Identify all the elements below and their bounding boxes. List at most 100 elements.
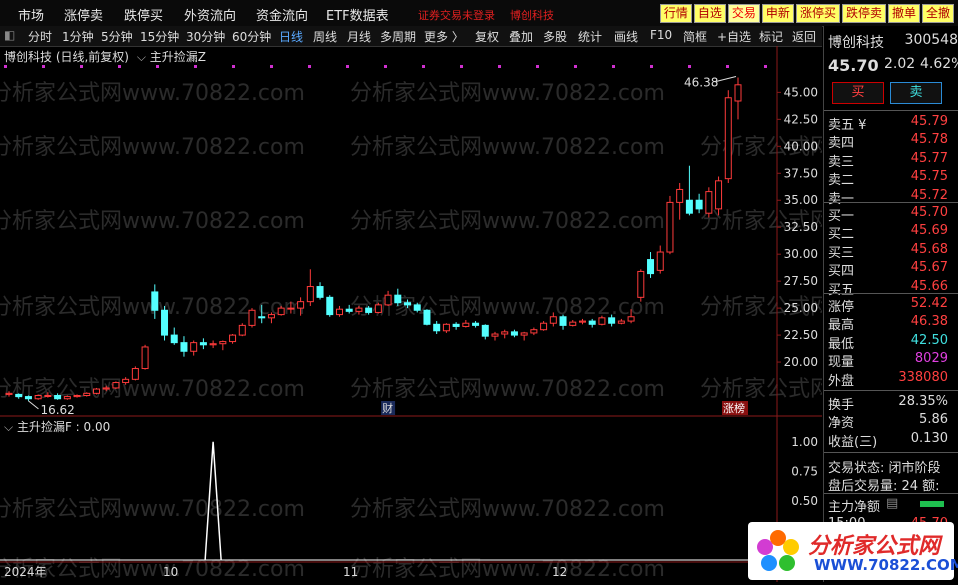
- x-tick-label: 12: [552, 565, 567, 579]
- signal-dot: [764, 65, 767, 68]
- chart-svg: 分析家公式网www.70822.com 分析家公式网www.70822.com 分析…: [0, 46, 958, 582]
- watchlist-button[interactable]: 自选: [693, 4, 726, 23]
- tab-more[interactable]: 更多 〉: [424, 28, 464, 45]
- tab-multi-period[interactable]: 多周期: [380, 28, 416, 45]
- net-flow-bar: [920, 501, 944, 507]
- stat-label: 最低: [828, 336, 855, 352]
- stats-button[interactable]: 统计: [578, 28, 602, 45]
- signal-dot: [688, 65, 691, 68]
- x-tick-label: 11: [343, 565, 358, 579]
- tab-daily[interactable]: 日线: [279, 28, 303, 45]
- limit-down-sell-button[interactable]: 跌停卖: [841, 4, 886, 23]
- bid-value: 45.67: [910, 260, 948, 276]
- candle-body: [83, 392, 91, 397]
- sell-button[interactable]: 卖: [890, 82, 942, 104]
- logo-url: WWW.70822.COM: [814, 556, 958, 574]
- candle-body: [637, 270, 645, 298]
- tab-weekly[interactable]: 周线: [313, 28, 337, 45]
- limit-up-buy-button[interactable]: 涨停买: [795, 4, 840, 23]
- signal-dot: [194, 65, 197, 68]
- divider: [824, 452, 958, 453]
- candle-body: [151, 291, 159, 311]
- ask-value: 45.78: [910, 132, 948, 148]
- y-tick-label: 25.00: [784, 301, 818, 315]
- candle-body: [462, 322, 470, 327]
- tab-15min[interactable]: 15分钟: [140, 28, 179, 45]
- stock-code: 300548: [904, 32, 958, 48]
- y-tick-label: 40.00: [784, 139, 818, 153]
- multi-stock-button[interactable]: 多股: [543, 28, 567, 45]
- limit-up-tag: 涨榜: [723, 401, 745, 415]
- subscribe-button[interactable]: 申新: [761, 4, 794, 23]
- menu-limit-up-sell[interactable]: 涨停卖: [64, 5, 103, 24]
- net-flow-label: 主力净额: [828, 500, 881, 515]
- y-tick-label: 27.50: [784, 274, 818, 288]
- indicator-title: 主升捡漏Z: [149, 50, 206, 64]
- candle-body: [238, 324, 246, 336]
- signal-dot: [574, 65, 577, 68]
- mark-button[interactable]: 标记: [759, 28, 783, 45]
- menu-etf[interactable]: ETF数据表: [326, 5, 389, 24]
- candle-body: [413, 304, 421, 311]
- tab-1min[interactable]: 1分钟: [62, 28, 94, 45]
- tab-5min[interactable]: 5分钟: [101, 28, 133, 45]
- overlay-button[interactable]: 叠加: [509, 28, 533, 45]
- signal-dot: [346, 65, 349, 68]
- candle-body: [705, 191, 713, 214]
- cancel-all-button[interactable]: 全撤: [921, 4, 954, 23]
- buy-button[interactable]: 买: [832, 82, 884, 104]
- candle-body: [355, 307, 363, 312]
- sub-y-tick-label: 0.75: [791, 464, 818, 478]
- price-row: 45.70 2.02 4.62%: [828, 56, 958, 75]
- candle-body: [530, 329, 538, 334]
- grid-icon[interactable]: ▤: [886, 496, 898, 511]
- ask-row: 卖二 45.75: [828, 169, 958, 188]
- adjust-button[interactable]: 复权: [475, 28, 499, 45]
- watermark-text: 分析家公式网www.70822.com: [350, 209, 665, 234]
- indicator-menu-icon[interactable]: ⌵: [137, 50, 146, 64]
- candle-body: [161, 309, 169, 336]
- tab-monthly[interactable]: 月线: [347, 28, 371, 45]
- back-button[interactable]: 返回: [792, 28, 816, 45]
- signal-dot: [726, 65, 729, 68]
- tab-intraday[interactable]: 分时: [28, 28, 52, 45]
- finance-tag: 财: [382, 401, 393, 415]
- watermark-text: 分析家公式网www.70822.com: [350, 377, 665, 402]
- candle-body: [131, 368, 139, 380]
- y-tick-label: 42.50: [784, 112, 818, 126]
- simple-frame-button[interactable]: 简框: [683, 28, 707, 45]
- price-pct: 4.62%: [920, 56, 958, 72]
- high-marker-line: [715, 75, 737, 82]
- ask-value: 45.77: [910, 150, 948, 166]
- tab-30min[interactable]: 30分钟: [186, 28, 225, 45]
- menu-market[interactable]: 市场: [18, 5, 44, 24]
- f10-button[interactable]: F10: [650, 28, 672, 42]
- kline-chart[interactable]: 分析家公式网www.70822.com 分析家公式网www.70822.com 分析…: [0, 46, 958, 582]
- trade-button[interactable]: 交易: [727, 4, 760, 23]
- draw-line-button[interactable]: 画线: [614, 28, 638, 45]
- menu-foreign-flow[interactable]: 外资流向: [184, 5, 236, 24]
- y-tick-label: 20.00: [784, 355, 818, 369]
- ask-value: 45.72: [910, 187, 948, 203]
- quote-button[interactable]: 行情: [659, 4, 692, 23]
- candle-body: [520, 332, 528, 336]
- watermark-text: 分析家公式网www.70822.com: [350, 557, 665, 582]
- candle-body: [734, 84, 742, 102]
- net-flow-row: 主力净额 ▤: [828, 496, 958, 515]
- tab-60min[interactable]: 60分钟: [232, 28, 271, 45]
- login-status[interactable]: 证券交易未登录: [418, 7, 495, 23]
- menu-limit-down-buy[interactable]: 跌停买: [124, 5, 163, 24]
- signal-dot: [612, 65, 615, 68]
- candle-body: [569, 321, 577, 326]
- sub-indicator-menu-icon[interactable]: ⌵: [4, 420, 13, 434]
- cancel-order-button[interactable]: 撤单: [887, 4, 920, 23]
- collapse-icon[interactable]: ◧: [4, 28, 15, 42]
- y-tick-label: 35.00: [784, 193, 818, 207]
- candle-body: [559, 316, 567, 326]
- add-watchlist-button[interactable]: +自选: [717, 28, 751, 45]
- stat-value: 46.38: [910, 314, 948, 330]
- stat-row: 最低 42.50: [828, 333, 958, 352]
- candle-body: [452, 323, 460, 327]
- menu-capital-flow[interactable]: 资金流向: [256, 5, 308, 24]
- candle-body: [549, 316, 557, 324]
